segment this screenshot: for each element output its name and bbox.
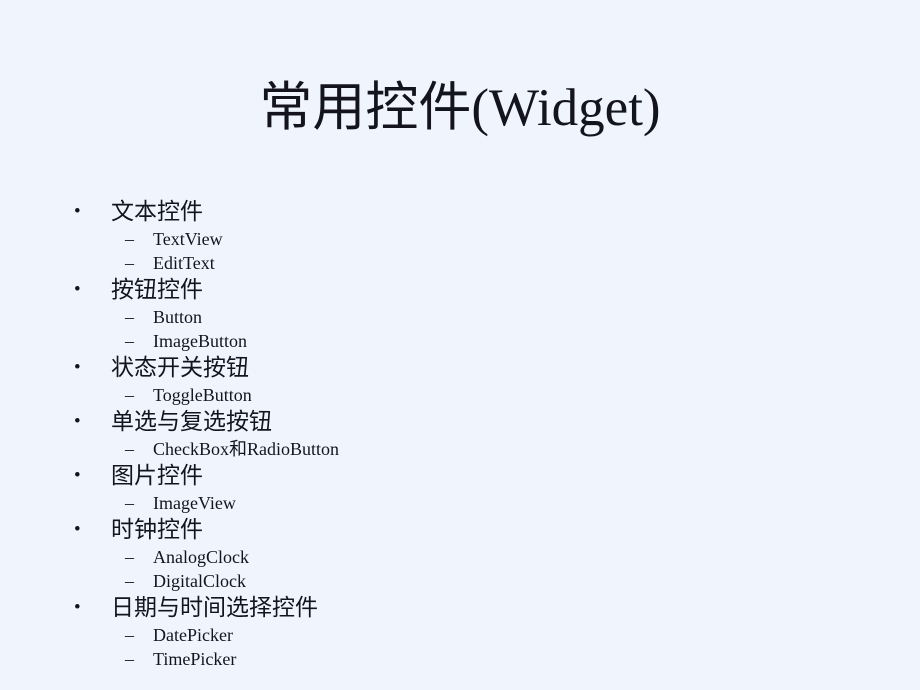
dash-bullet-icon: – <box>125 229 134 249</box>
outline-group: • 日期与时间选择控件 – DatePicker – TimePicker <box>0 593 920 671</box>
outline-group: • 图片控件 – ImageView <box>0 461 920 515</box>
outline-level2-label: AnalogClock <box>153 547 249 567</box>
outline-level2-item[interactable]: – EditText <box>0 251 920 275</box>
outline-level1-item[interactable]: • 按钮控件 <box>0 275 920 305</box>
outline-level1-label: 按钮控件 <box>111 277 203 302</box>
outline-level2-item[interactable]: – DigitalClock <box>0 569 920 593</box>
dash-bullet-icon: – <box>125 253 134 273</box>
outline-group: • 单选与复选按钮 – CheckBox和RadioButton <box>0 407 920 461</box>
dash-bullet-icon: – <box>125 571 134 591</box>
outline-level2-item[interactable]: – CheckBox和RadioButton <box>0 437 920 461</box>
page-title: 常用控件(Widget) <box>259 79 661 137</box>
outline-level1-label: 时钟控件 <box>111 517 203 542</box>
outline-level1-label: 文本控件 <box>111 199 203 224</box>
bullet-icon: • <box>74 357 81 378</box>
dash-bullet-icon: – <box>125 649 134 669</box>
slide-canvas: 常用控件(Widget) • 文本控件 – TextView – EditTex… <box>0 0 920 690</box>
outline-level2-item[interactable]: – TimePicker <box>0 647 920 671</box>
outline-level2-label: EditText <box>153 253 215 273</box>
outline-level1-item[interactable]: • 图片控件 <box>0 461 920 491</box>
outline-level2-item[interactable]: – Button <box>0 305 920 329</box>
bullet-icon: • <box>74 411 81 432</box>
bullet-icon: • <box>74 519 81 540</box>
outline-group: • 状态开关按钮 – ToggleButton <box>0 353 920 407</box>
bullet-icon: • <box>74 279 81 300</box>
dash-bullet-icon: – <box>125 331 134 351</box>
outline-group: • 按钮控件 – Button – ImageButton <box>0 275 920 353</box>
widget-outline-list: • 文本控件 – TextView – EditText • 按钮控件 – Bu… <box>0 197 920 671</box>
outline-level2-label: ToggleButton <box>153 385 252 405</box>
bullet-icon: • <box>74 465 81 486</box>
bullet-icon: • <box>74 201 81 222</box>
outline-level2-item[interactable]: – ToggleButton <box>0 383 920 407</box>
outline-level2-label: DatePicker <box>153 625 233 645</box>
outline-level2-label: DigitalClock <box>153 571 246 591</box>
outline-level2-item[interactable]: – ImageButton <box>0 329 920 353</box>
dash-bullet-icon: – <box>125 307 134 327</box>
outline-level2-label: ImageView <box>153 493 236 513</box>
outline-group: • 时钟控件 – AnalogClock – DigitalClock <box>0 515 920 593</box>
outline-level2-label: TextView <box>153 229 223 249</box>
outline-level1-item[interactable]: • 文本控件 <box>0 197 920 227</box>
outline-level1-label: 日期与时间选择控件 <box>111 595 318 620</box>
outline-level1-item[interactable]: • 时钟控件 <box>0 515 920 545</box>
outline-level1-label: 单选与复选按钮 <box>111 409 272 434</box>
outline-level1-item[interactable]: • 日期与时间选择控件 <box>0 593 920 623</box>
outline-level2-label: ImageButton <box>153 331 247 351</box>
outline-level1-item[interactable]: • 状态开关按钮 <box>0 353 920 383</box>
outline-level1-label: 状态开关按钮 <box>111 355 249 380</box>
bullet-icon: • <box>74 597 81 618</box>
outline-level2-item[interactable]: – ImageView <box>0 491 920 515</box>
dash-bullet-icon: – <box>125 547 134 567</box>
dash-bullet-icon: – <box>125 385 134 405</box>
outline-level2-item[interactable]: – AnalogClock <box>0 545 920 569</box>
outline-level2-label: Button <box>153 307 203 327</box>
outline-level2-label: CheckBox和RadioButton <box>153 439 339 459</box>
outline-group: • 文本控件 – TextView – EditText <box>0 197 920 275</box>
dash-bullet-icon: – <box>125 493 134 513</box>
dash-bullet-icon: – <box>125 625 134 645</box>
outline-level2-item[interactable]: – DatePicker <box>0 623 920 647</box>
outline-level2-label: TimePicker <box>153 649 237 669</box>
dash-bullet-icon: – <box>125 439 134 459</box>
outline-level1-item[interactable]: • 单选与复选按钮 <box>0 407 920 437</box>
outline-level1-label: 图片控件 <box>111 463 203 488</box>
outline-level2-item[interactable]: – TextView <box>0 227 920 251</box>
